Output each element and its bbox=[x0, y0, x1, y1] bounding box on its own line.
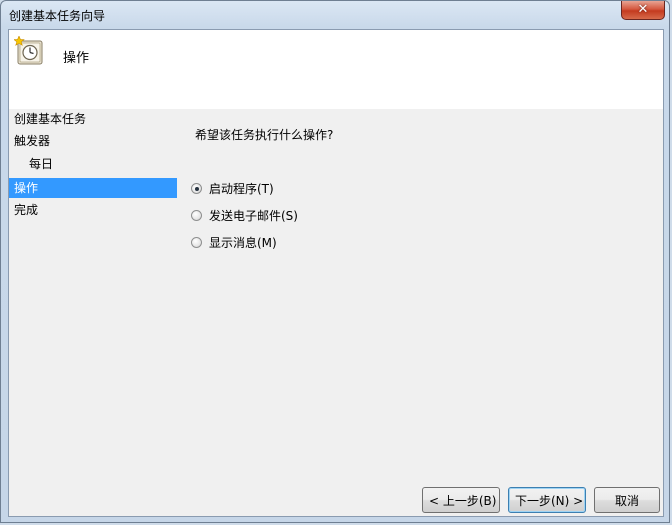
wizard-step-list: 创建基本任务 触发器 每日 操作 完成 bbox=[9, 109, 177, 509]
wizard-client-area: 操作 创建基本任务 触发器 每日 操作 完成 希望该任务执行什么操作? 启动程序… bbox=[8, 29, 664, 517]
window-title: 创建基本任务向导 bbox=[9, 9, 106, 23]
page-title: 操作 bbox=[63, 51, 90, 66]
option-send-email-label[interactable]: 发送电子邮件(S) bbox=[209, 207, 298, 225]
option-start-program-label[interactable]: 启动程序(T) bbox=[209, 180, 274, 198]
wizard-header: 操作 bbox=[9, 30, 663, 109]
cancel-button[interactable]: 取消 bbox=[594, 487, 660, 513]
next-button[interactable]: 下一步(N) > bbox=[508, 487, 586, 513]
step-create-basic-task: 创建基本任务 bbox=[14, 112, 87, 126]
radio-send-email[interactable] bbox=[191, 210, 202, 221]
step-trigger: 触发器 bbox=[14, 134, 51, 148]
close-button[interactable]: ✕ bbox=[621, 1, 665, 20]
step-finish: 完成 bbox=[14, 203, 39, 217]
wizard-window: 创建基本任务向导 ✕ 操作 创建基本任务 触发器 每日 操作 完成 希望该任务执… bbox=[0, 0, 670, 523]
option-display-message-label[interactable]: 显示消息(M) bbox=[209, 234, 277, 252]
clock-star-icon bbox=[14, 36, 43, 65]
action-question: 希望该任务执行什么操作? bbox=[195, 128, 334, 142]
close-icon: ✕ bbox=[637, 2, 649, 17]
back-button[interactable]: < 上一步(B) bbox=[422, 487, 500, 513]
title-bar[interactable]: 创建基本任务向导 ✕ bbox=[1, 1, 669, 29]
radio-start-program[interactable] bbox=[191, 183, 202, 194]
step-action: 操作 bbox=[9, 178, 177, 198]
step-daily: 每日 bbox=[29, 157, 54, 171]
radio-display-message[interactable] bbox=[191, 237, 202, 248]
